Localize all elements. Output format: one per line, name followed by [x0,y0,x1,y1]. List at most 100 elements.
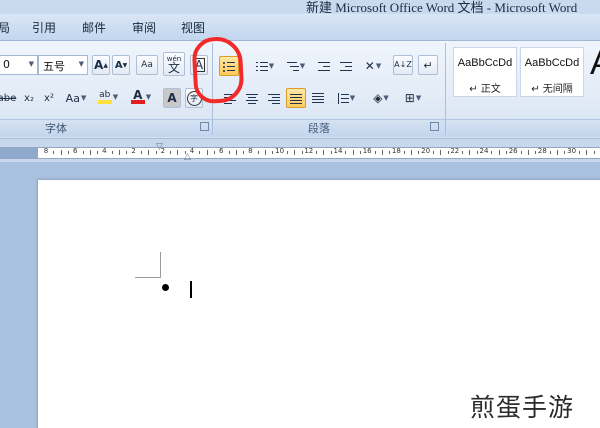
shrink-font-icon: A [114,59,123,71]
text-highlight-button[interactable]: ab ▼ [93,87,123,107]
tab-mailings[interactable]: 邮件 [82,19,106,36]
increase-indent-icon [340,61,352,71]
ruler-tick [53,151,55,154]
hanging-indent-marker[interactable]: △ [184,153,191,162]
ruler-tick [243,151,245,154]
ruler-tick-label: 20 [421,147,431,155]
style-name: ↵ 无间隔 [531,84,573,95]
ruler-tick [286,151,288,154]
ruler-tick [520,151,522,154]
ruler-tick [498,150,500,155]
ruler-tick [345,151,347,154]
font-size-value: 五号 [43,60,65,73]
ruler-margin-left [0,147,38,159]
distributed-button[interactable] [308,88,328,108]
ruler-tick [564,151,566,154]
ruler-tick [411,150,412,155]
line-spacing-button[interactable]: ▼ [331,88,361,108]
change-case-button[interactable]: Aa ▼ [62,88,90,108]
justify-button[interactable] [286,88,306,108]
strikethrough-button[interactable]: abe [0,88,18,108]
phonetic-guide-button[interactable]: wén 文 [163,52,185,76]
multilevel-list-icon [286,61,299,71]
char-shading-button[interactable]: A [163,88,181,108]
ruler-tick [140,151,142,154]
ruler-tick [352,150,354,155]
style-name: ↵ 正文 [469,84,501,95]
align-center-icon [246,93,258,104]
ruler-tick [206,150,208,155]
sort-button[interactable]: A↓Z [393,55,413,75]
ruler-tick [586,150,588,155]
strikethrough-icon: abe [0,92,17,104]
tab-view[interactable]: 视图 [181,19,205,36]
ruler-tick [469,150,471,155]
ruler-tick-label: 16 [362,147,372,155]
grow-font-button[interactable]: A ▲ [92,55,110,75]
font-dialog-launcher-icon[interactable] [200,122,209,131]
subscript-button[interactable]: x₂ [20,88,38,108]
font-name-value: 0 [3,58,10,71]
ruler-tick-label: 2 [131,147,136,155]
ruler-tick [235,150,237,155]
ruler-tick [89,150,91,155]
style-normal[interactable]: AaBbCcDd ↵ 正文 [453,47,517,97]
ruler-tick [381,150,383,155]
ruler-tick [549,151,551,154]
ruler-tick-label: 30 [567,147,577,155]
style-more-sample[interactable]: A [590,44,600,83]
ruler-tick [97,151,99,154]
ruler-tick [330,151,332,154]
clear-format-button[interactable]: Aa [136,55,158,75]
change-case-icon: Aa [65,91,80,105]
align-right-icon [268,93,280,104]
ruler-tick [119,150,120,155]
ruler-tick [265,150,266,155]
ruler-tick [447,151,449,154]
ruler-tick-label: 28 [537,147,547,155]
align-center-button[interactable] [242,88,262,108]
tab-references[interactable]: 引用 [32,19,56,36]
tab-page-layout[interactable]: 局 [0,19,10,36]
ruler-tick [491,151,493,154]
ruler-tick [527,150,529,155]
align-right-button[interactable] [264,88,284,108]
grow-font-icon: A [94,58,104,72]
font-name-combo[interactable]: 0 ▼ [0,55,38,75]
font-size-combo[interactable]: 五号 ▼ [38,55,88,75]
ruler-tick [257,151,259,154]
ribbon: 0 ▼ 五号 ▼ A ▲ A ▼ Aa wén 文 A abe x₂ x² Aa… [0,40,600,139]
paragraph-mark-icon: ↵ [423,58,433,72]
show-marks-button[interactable]: ↵ [418,55,438,75]
first-line-indent-marker[interactable]: ▽ [156,143,163,152]
ruler-tick-label: 14 [333,147,343,155]
decrease-indent-button[interactable] [315,56,333,76]
ruler-tick [294,150,296,155]
shading-button[interactable]: ◈ ▼ [366,88,396,108]
style-no-spacing[interactable]: AaBbCcDd ↵ 无间隔 [520,47,584,97]
ruler: 8 6 4 2 2 4 6 8 10 12 14 16 18 20 22 24 26 28 30 ▽ △ [0,138,600,163]
ruler-tick [535,151,537,154]
multilevel-list-button[interactable]: ▼ [282,56,310,76]
ruler-tick-label: 6 [72,147,78,155]
tab-review[interactable]: 审阅 [132,19,156,36]
styles-group-footer [446,119,600,137]
margin-corner-mark [160,252,161,278]
superscript-button[interactable]: x² [40,88,58,108]
paragraph-dialog-launcher-icon[interactable] [430,122,439,131]
numbering-button[interactable]: ▼ [251,56,279,76]
chinese-layout-button[interactable]: ✕ ▼ [359,56,387,76]
ruler-tick [170,151,172,154]
style-sample: AaBbCcDd [457,57,513,69]
annotation-circle [191,35,245,105]
margin-corner-mark [135,277,161,278]
ruler-tick [228,151,230,154]
line-spacing-icon [337,93,349,104]
shrink-font-button[interactable]: A ▼ [112,55,130,75]
ruler-tick [199,151,201,154]
borders-button[interactable]: ⊞ ▼ [398,88,428,108]
font-color-button[interactable]: A ▼ [126,87,156,107]
ruler-tick-label: 4 [102,147,107,155]
increase-indent-button[interactable] [337,56,355,76]
ruler-tick-label: 18 [391,147,401,155]
